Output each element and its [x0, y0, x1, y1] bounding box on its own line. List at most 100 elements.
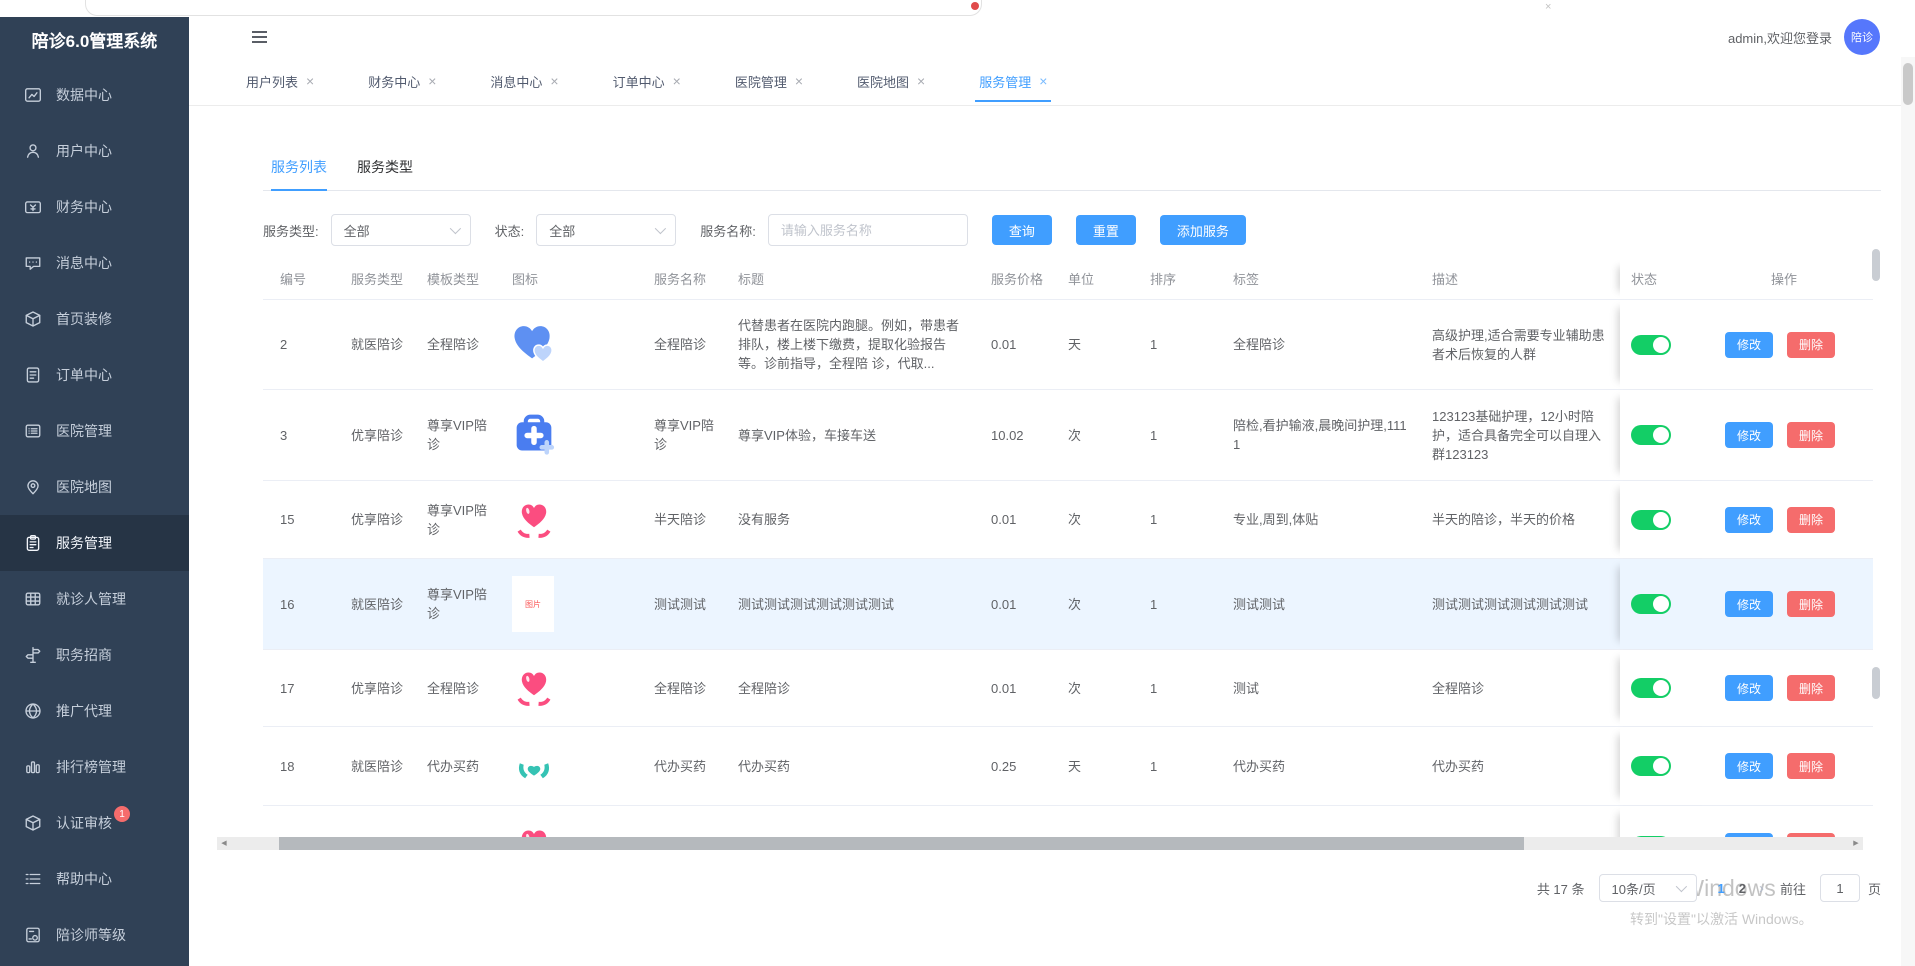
scroll-right-icon[interactable]: ▶ [1849, 837, 1863, 850]
cell-name: 尊享VIP陪诊 [654, 418, 714, 452]
sidebar-item-label: 医院管理 [56, 423, 112, 439]
table-row: 2 就医陪诊 全程陪诊 全程陪诊 代替患者在医院内跑腿。例如，带患者排队，楼上楼下缴费，… [263, 300, 1873, 390]
sidebar-item-2[interactable]: 用户中心 [0, 123, 189, 179]
cell-type: 优享陪诊 [351, 512, 404, 527]
close-tab-icon[interactable]: × [306, 73, 314, 89]
delete-button[interactable]: 删除 [1787, 753, 1836, 779]
avatar[interactable]: 陪诊 [1844, 19, 1880, 55]
status-toggle[interactable] [1631, 334, 1671, 355]
tab-6[interactable]: 医院地图 × [857, 57, 925, 105]
sidebar-item-8[interactable]: 医院地图 [0, 459, 189, 515]
status-toggle[interactable] [1631, 678, 1671, 698]
finance-icon [24, 198, 42, 216]
sidebar-item-14[interactable]: 认证审核 1 [0, 795, 189, 851]
add-service-button[interactable]: 添加服务 [1159, 215, 1246, 245]
sidebar-item-label: 订单中心 [56, 367, 112, 383]
edit-button[interactable]: 修改 [1725, 675, 1774, 701]
cell-tags: 专业,周到,体贴 [1233, 512, 1319, 527]
edit-button[interactable]: 修改 [1725, 506, 1774, 533]
table-vertical-scrollbar[interactable] [1872, 249, 1880, 841]
tab-label: 财务中心 [368, 74, 421, 90]
close-tab-icon[interactable]: × [550, 73, 558, 89]
cell-type: 优享陪诊 [351, 427, 404, 443]
cell-icon [502, 300, 644, 389]
sidebar-item-1[interactable]: 数据中心 [0, 67, 189, 123]
sidebar-item-3[interactable]: 财务中心 [0, 179, 189, 235]
delete-button[interactable]: 删除 [1787, 506, 1836, 533]
page-number-1[interactable]: 1 [1718, 881, 1725, 896]
heart-hands-pink-icon [512, 499, 556, 541]
delete-button[interactable]: 删除 [1787, 422, 1836, 448]
cell-title: 尊享VIP体验，车接车送 [738, 427, 876, 443]
cell-template: 全程陪诊 [427, 337, 480, 352]
double-heart-blue-icon [512, 324, 556, 366]
search-button[interactable]: 查询 [991, 215, 1052, 245]
sidebar-item-5[interactable]: 首页装修 [0, 291, 189, 347]
service-type-select[interactable]: 全部 [330, 214, 471, 246]
scrollbar-thumb[interactable] [279, 837, 1524, 850]
cell-sort: 1 [1150, 596, 1158, 612]
sidebar-item-6[interactable]: 订单中心 [0, 347, 189, 403]
tab-1[interactable]: 用户列表 × [246, 57, 314, 105]
delete-button[interactable]: 删除 [1787, 331, 1836, 358]
sidebar-item-10[interactable]: 就诊人管理 [0, 571, 189, 627]
sidebar-item-label: 财务中心 [56, 199, 112, 215]
hamburger-icon[interactable] [252, 31, 267, 43]
scrollbar-thumb[interactable] [1872, 667, 1880, 699]
tab-4[interactable]: 订单中心 × [613, 57, 681, 105]
edit-button[interactable]: 修改 [1725, 591, 1774, 617]
tab-5[interactable]: 医院管理 × [735, 57, 803, 105]
page-size-select[interactable]: 10条/页 [1598, 874, 1697, 902]
close-tab-icon[interactable]: × [1039, 73, 1047, 89]
table-horizontal-scrollbar[interactable]: ◀ ▶ [217, 837, 1863, 850]
scrollbar-thumb[interactable] [1872, 249, 1880, 281]
level-card-icon [24, 926, 42, 944]
edit-button[interactable]: 修改 [1725, 753, 1774, 779]
tab-7[interactable]: 服务管理 × [975, 57, 1052, 105]
medical-kit-blue-icon [512, 414, 556, 456]
edit-button[interactable]: 修改 [1725, 422, 1774, 448]
sidebar-item-label: 首页装修 [56, 311, 112, 327]
sidebar-item-15[interactable]: 帮助中心 [0, 851, 189, 907]
close-tab-icon[interactable]: × [673, 73, 681, 89]
scroll-left-icon[interactable]: ◀ [217, 837, 231, 850]
service-type-value: 全部 [343, 223, 370, 239]
reset-button[interactable]: 重置 [1075, 215, 1136, 245]
close-tab-icon[interactable]: × [428, 73, 436, 89]
sidebar-item-11[interactable]: 职务招商 [0, 627, 189, 683]
delete-button[interactable]: 删除 [1787, 591, 1836, 617]
next-page-icon[interactable]: › [1759, 880, 1764, 897]
goto-page-input[interactable] [1819, 874, 1860, 902]
tab-2[interactable]: 财务中心 × [368, 57, 436, 105]
sidebar-nav: 数据中心 用户中心财务中心消息中心首页装修订单中心医院管理医院地图 服务管理 就诊人管… [0, 67, 189, 963]
subtab-2[interactable]: 服务类型 [357, 157, 413, 190]
status-select[interactable]: 全部 [536, 214, 677, 246]
sidebar-item-7[interactable]: 医院管理 [0, 403, 189, 459]
browser-scrollbar[interactable] [1901, 57, 1915, 966]
pagination: 共 17 条 10条/页 12 › 前往 页 [1537, 874, 1881, 902]
sidebar-item-12[interactable]: 推广代理 [0, 683, 189, 739]
close-tab-icon[interactable]: × [795, 73, 803, 89]
cell-id: 3 [280, 427, 288, 443]
page-number-2[interactable]: 2 [1739, 881, 1746, 896]
edit-button[interactable]: 修改 [1725, 331, 1774, 358]
column-header: 排序 [1150, 271, 1177, 287]
status-toggle[interactable] [1631, 425, 1671, 445]
status-toggle[interactable] [1631, 509, 1671, 530]
subtab-1[interactable]: 服务列表 [271, 157, 327, 191]
sidebar-item-16[interactable]: 陪诊师等级 [0, 907, 189, 963]
scrollbar-thumb[interactable] [1903, 63, 1913, 105]
sidebar-item-13[interactable]: 排行榜管理 [0, 739, 189, 795]
hospital-list-icon [24, 422, 42, 440]
app-window: 陪诊6.0管理系统 数据中心 用户中心 财务中心 消息中心 首页装修 订单中心 医院管理 医院… [0, 17, 1915, 966]
cell-desc: 全程陪诊 [1432, 680, 1485, 696]
close-tab-icon[interactable]: × [917, 73, 925, 89]
status-toggle[interactable] [1631, 756, 1671, 776]
status-toggle[interactable] [1631, 594, 1671, 614]
delete-button[interactable]: 删除 [1787, 675, 1836, 701]
cell-price: 0.01 [991, 337, 1017, 352]
tab-3[interactable]: 消息中心 × [490, 57, 558, 105]
service-name-input[interactable] [767, 214, 968, 246]
sidebar-item-9[interactable]: 服务管理 [0, 515, 189, 571]
sidebar-item-4[interactable]: 消息中心 [0, 235, 189, 291]
